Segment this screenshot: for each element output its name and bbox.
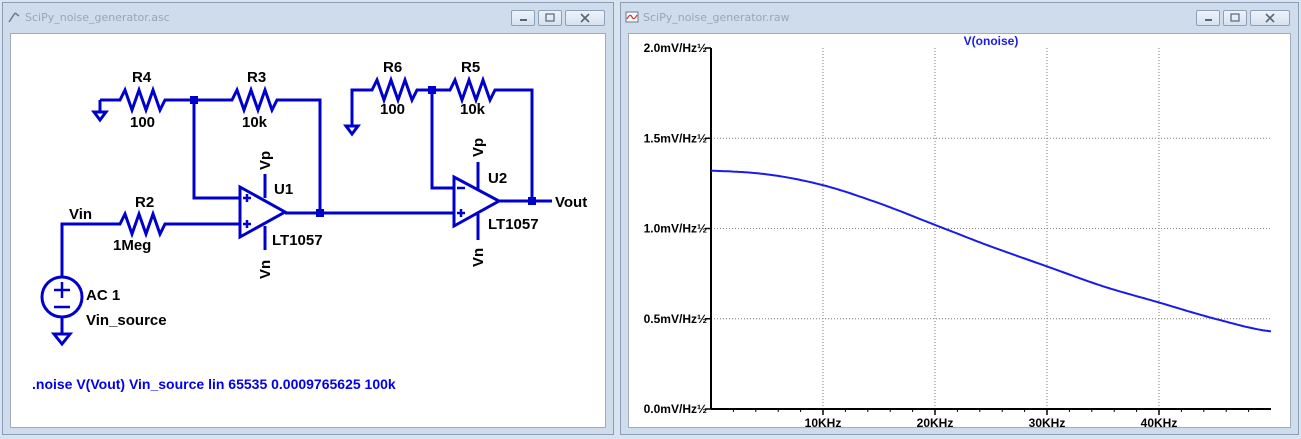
source-polarity-icon — [54, 282, 70, 309]
label-r2: R2 — [135, 194, 154, 211]
label-vin: Vin — [69, 206, 92, 223]
label-u1: U1 — [274, 181, 293, 198]
label-r4-value: 100 — [130, 114, 155, 131]
schematic-drawing: R4 100 R3 10k R6 100 R5 10k R2 1Meg U1 L… — [32, 59, 587, 392]
close-icon — [1265, 13, 1275, 23]
label-source-ac: AC 1 — [86, 287, 120, 304]
close-button[interactable] — [565, 10, 605, 26]
plot-close-button[interactable] — [1250, 10, 1290, 26]
label-u1-model: LT1057 — [272, 232, 323, 249]
maximize-icon — [1230, 13, 1240, 22]
maximize-icon — [545, 13, 555, 22]
ground-symbol-3 — [50, 317, 74, 347]
label-u1-vp: Vp — [257, 151, 274, 170]
schematic-icon — [8, 12, 20, 23]
noise-plot: 0.0mV/Hz½ 0.5mV/Hz½ 1.0mV/Hz½ 1.5mV/Hz½ 2.0m… — [644, 34, 1272, 428]
label-r5-value: 10k — [460, 101, 486, 118]
label-u2-vn: Vn — [470, 248, 487, 267]
minimize-button[interactable] — [511, 10, 535, 26]
waveform-icon — [625, 11, 639, 23]
spice-directive[interactable]: .noise V(Vout) Vin_source lin 65535 0.00… — [32, 376, 396, 392]
label-r3-value: 10k — [242, 114, 268, 131]
x-tick-label: 40KHz — [1141, 416, 1178, 428]
junction-dot — [428, 86, 436, 94]
ground-symbol-1 — [91, 100, 109, 123]
schematic-window-title: SciPy_noise_generator.asc — [25, 11, 170, 24]
y-tick-label: 0.5mV/Hz½ — [644, 312, 707, 326]
label-r6-value: 100 — [380, 101, 405, 118]
x-tick-label: 20KHz — [917, 416, 954, 428]
y-tick-label: 0.0mV/Hz½ — [644, 402, 707, 416]
schematic-window: SciPy_noise_generator.asc R4 100 R3 10k … — [2, 2, 614, 435]
label-u2-model: LT1057 — [488, 216, 539, 233]
label-u1-vn: Vn — [257, 260, 274, 279]
label-r4: R4 — [132, 69, 152, 86]
label-r5: R5 — [461, 59, 480, 76]
y-tick-label: 1.0mV/Hz½ — [644, 222, 707, 236]
y-tick-label: 1.5mV/Hz½ — [644, 131, 707, 145]
plot-maximize-button[interactable] — [1223, 10, 1247, 26]
wire-feedback-u2 — [430, 90, 454, 190]
y-tick-label: 2.0mV/Hz½ — [644, 41, 707, 55]
trace-title[interactable]: V(onoise) — [964, 34, 1019, 48]
close-icon — [580, 13, 590, 23]
junction-dot — [528, 197, 536, 205]
label-r6: R6 — [383, 59, 402, 76]
x-tick-label: 30KHz — [1029, 416, 1066, 428]
label-r3: R3 — [247, 69, 266, 86]
minimize-icon — [520, 19, 527, 21]
resistor-r4 — [100, 85, 194, 115]
junction-dot — [190, 96, 198, 104]
plot-pane[interactable]: 0.0mV/Hz½ 0.5mV/Hz½ 1.0mV/Hz½ 1.5mV/Hz½ 2.0m… — [628, 33, 1291, 428]
maximize-button[interactable] — [538, 10, 562, 26]
junction-dot — [316, 209, 324, 217]
plot-minimize-button[interactable] — [1196, 10, 1220, 26]
minimize-icon — [1205, 19, 1212, 21]
plot-window-title: SciPy_noise_generator.raw — [643, 11, 790, 24]
schematic-titlebar[interactable]: SciPy_noise_generator.asc — [3, 3, 613, 31]
label-vout: Vout — [555, 194, 587, 211]
label-u2-vp: Vp — [470, 138, 487, 157]
plot-window: SciPy_noise_generator.raw 0.0mV/Hz½ 0.5mV… — [620, 2, 1299, 435]
label-source-name: Vin_source — [86, 312, 167, 329]
x-tick-label: 10KHz — [805, 416, 842, 428]
label-r2-value: 1Meg — [113, 237, 151, 254]
label-u2: U2 — [488, 170, 507, 187]
ground-symbol-2 — [343, 124, 361, 137]
schematic-canvas[interactable]: R4 100 R3 10k R6 100 R5 10k R2 1Meg U1 L… — [10, 33, 606, 428]
wire-feedback-u1 — [192, 100, 240, 200]
plot-titlebar[interactable]: SciPy_noise_generator.raw — [621, 3, 1298, 31]
